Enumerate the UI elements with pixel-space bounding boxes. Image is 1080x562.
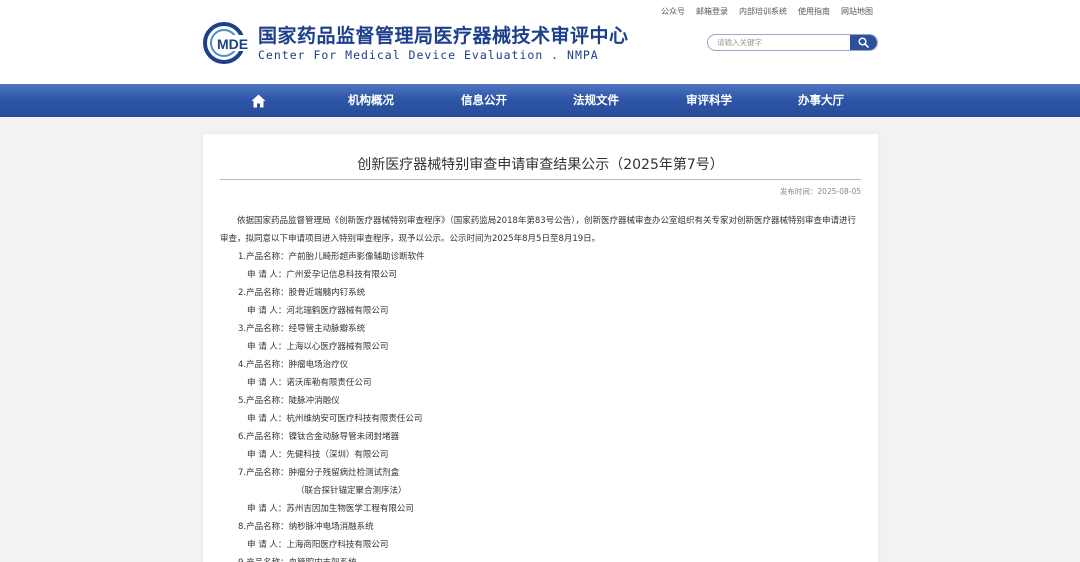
nav-item-regulations[interactable]: 法规文件 xyxy=(573,84,619,117)
title-divider xyxy=(220,179,861,180)
top-link-wechat[interactable]: 公众号 xyxy=(661,6,685,17)
applicant-row: 申 请 人：广州爱孕记信息科技有限公司 xyxy=(247,270,397,280)
home-icon[interactable] xyxy=(251,94,266,108)
mde-logo-icon: MDE xyxy=(203,22,255,64)
product-name-row: 4.产品名称：肿瘤电场治疗仪 xyxy=(238,360,349,370)
applicant-row: 申 请 人：河北瑞鹤医疗器械有限公司 xyxy=(247,306,389,316)
applicant-row: 申 请 人：苏州吉因加生物医学工程有限公司 xyxy=(247,504,414,514)
publish-date: 发布时间：2025-08-05 xyxy=(779,187,861,196)
product-name-row: 9.产品名称：血管腔内支架系统 xyxy=(203,554,878,562)
product-list: 1.产品名称：产前胎儿畸形超声影像辅助诊断软件申 请 人：广州爱孕记信息科技有限… xyxy=(203,248,878,562)
logo-chinese-name: 国家药品监督管理局医疗器械技术审评中心 xyxy=(258,25,629,47)
applicant-row: 申 请 人：先健科技（深圳）有限公司 xyxy=(247,450,389,460)
main-nav: 机构概况 信息公开 法规文件 审评科学 办事大厅 xyxy=(0,84,1080,117)
product-name-row: 2.产品名称：股骨近端髓内钉系统 xyxy=(238,288,366,298)
nav-item-service-hall[interactable]: 办事大厅 xyxy=(798,84,844,117)
nav-item-review-science[interactable]: 审评科学 xyxy=(686,84,732,117)
site-logo[interactable]: MDE 国家药品监督管理局医疗器械技术审评中心 Center For Medic… xyxy=(203,20,629,66)
applicant-row: 申 请 人：上海以心医疗器械有限公司 xyxy=(247,342,389,352)
search-button[interactable] xyxy=(850,35,877,50)
top-link-email-login[interactable]: 邮箱登录 xyxy=(696,6,728,17)
top-links: 公众号 邮箱登录 内部培训系统 使用指南 网站地图 xyxy=(661,6,873,17)
logo-text: 国家药品监督管理局医疗器械技术审评中心 Center For Medical D… xyxy=(258,24,629,62)
product-name-row: 5.产品名称：陡脉冲消融仪 xyxy=(238,396,340,406)
top-link-user-guide[interactable]: 使用指南 xyxy=(798,6,830,17)
nav-item-about[interactable]: 机构概况 xyxy=(348,84,394,117)
product-name-row: 1.产品名称：产前胎儿畸形超声影像辅助诊断软件 xyxy=(238,252,425,262)
applicant-row: 申 请 人：上海商阳医疗科技有限公司 xyxy=(247,540,389,550)
logo-english-name: Center For Medical Device Evaluation . N… xyxy=(258,48,599,62)
product-name-row: 3.产品名称：经导管主动脉瓣系统 xyxy=(238,324,366,334)
product-name-row: 6.产品名称：镍钛合金动脉导管未闭封堵器 xyxy=(238,432,400,442)
logo-abbr: MDE xyxy=(217,36,248,52)
product-name-row: 7.产品名称：肿瘤分子残留病灶检测试剂盒 xyxy=(238,468,400,478)
search-input[interactable] xyxy=(708,38,851,47)
applicant-row: 申 请 人：杭州维纳安可医疗科技有限责任公司 xyxy=(247,414,423,424)
search-box xyxy=(707,34,878,51)
product-name-continuation: （联合探针锚定聚合测序法） xyxy=(296,486,407,496)
nav-item-info-disclosure[interactable]: 信息公开 xyxy=(461,84,507,117)
article-intro: 依据国家药品监督管理局《创新医疗器械特别审查程序》（国家药监局2018年第83号… xyxy=(220,216,856,244)
top-link-training-system[interactable]: 内部培训系统 xyxy=(739,6,787,17)
top-link-sitemap[interactable]: 网站地图 xyxy=(841,6,873,17)
article-card: 创新医疗器械特别审查申请审查结果公示（2025年第7号） 发布时间：2025-0… xyxy=(203,134,878,562)
article-title: 创新医疗器械特别审查申请审查结果公示（2025年第7号） xyxy=(357,157,724,173)
applicant-row: 申 请 人：诺沃库勒有限责任公司 xyxy=(247,378,372,388)
site-header: 公众号 邮箱登录 内部培训系统 使用指南 网站地图 MDE 国家药品监督管理局医… xyxy=(0,0,1080,84)
search-icon xyxy=(858,36,869,48)
product-name-row: 8.产品名称：纳秒脉冲电场消融系统 xyxy=(238,522,374,532)
